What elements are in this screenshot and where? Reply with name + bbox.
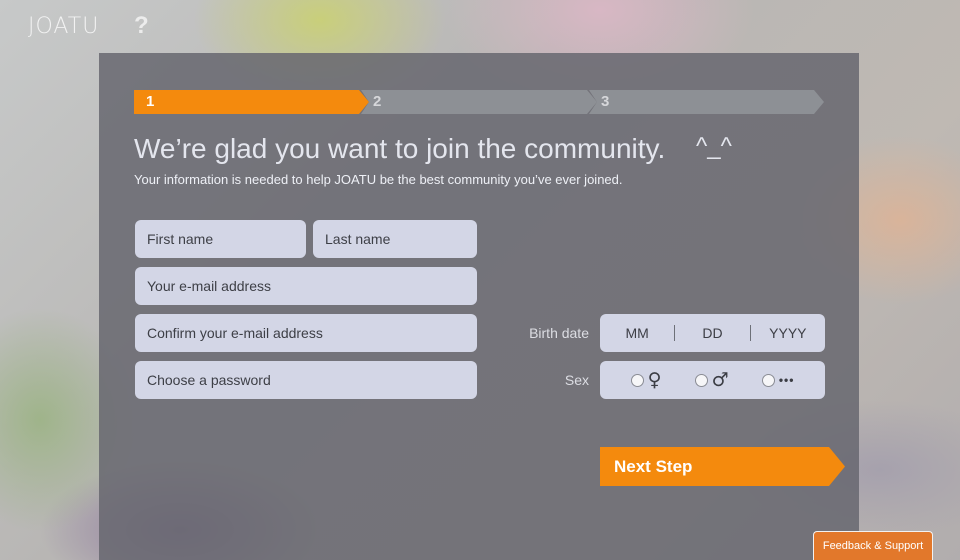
female-radio[interactable] [630, 373, 644, 387]
birth-month-field[interactable]: MM [600, 325, 674, 341]
sex-label: Sex [564, 372, 589, 388]
step-2-label: 2 [373, 93, 382, 110]
last-name-field[interactable] [313, 220, 477, 258]
signup-panel: 1 2 3 We’re glad you want to join the co… [99, 53, 859, 560]
other-radio[interactable] [761, 373, 775, 387]
birth-date-input: MM DD YYYY [600, 314, 825, 352]
step-2: 2 [361, 90, 597, 114]
joatu-logo[interactable]: JOATU [28, 14, 99, 39]
step-1: 1 [134, 90, 369, 114]
sex-selector: ♀ ♂ ••• [600, 361, 825, 399]
sex-option-female[interactable]: ♀ [630, 368, 662, 391]
step-1-label: 1 [146, 93, 155, 110]
password-field[interactable] [135, 361, 477, 399]
male-icon: ♂ [711, 368, 729, 391]
first-name-field[interactable] [135, 220, 306, 258]
page-title: We’re glad you want to join the communit… [134, 133, 666, 164]
birth-year-field[interactable]: YYYY [751, 325, 825, 341]
page-subtitle: Your information is needed to help JOATU… [134, 172, 623, 187]
confirm-email-field[interactable] [135, 314, 477, 352]
birth-day-field[interactable]: DD [675, 325, 749, 341]
sex-option-other[interactable]: ••• [761, 373, 795, 387]
help-icon[interactable]: ? [134, 12, 149, 40]
top-bar: JOATU ? [0, 0, 960, 52]
female-icon: ♀ [647, 368, 662, 391]
step-3: 3 [589, 90, 824, 114]
step-3-label: 3 [601, 93, 610, 110]
email-field[interactable] [135, 267, 477, 305]
feedback-support-button[interactable]: Feedback & Support [813, 531, 933, 560]
emoticon: ^_^ [696, 133, 732, 160]
male-radio[interactable] [694, 373, 708, 387]
other-icon: ••• [778, 373, 795, 387]
sex-option-male[interactable]: ♂ [694, 368, 729, 391]
step-progress: 1 2 3 [134, 90, 824, 114]
birth-date-label: Birth date [529, 325, 589, 341]
next-step-button[interactable]: Next Step [600, 447, 845, 486]
